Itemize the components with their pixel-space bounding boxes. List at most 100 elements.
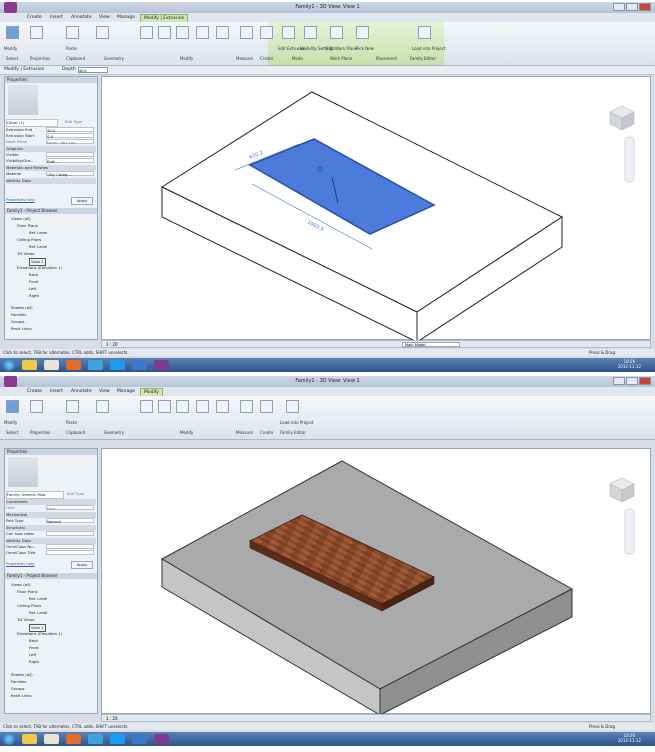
explorer-icon[interactable] — [22, 734, 37, 744]
visibility-settings-icon[interactable] — [304, 26, 317, 39]
word-icon[interactable] — [132, 734, 147, 744]
system-clock[interactable]: 10:26 2012-11-12 — [618, 359, 641, 369]
word-icon[interactable] — [132, 360, 147, 370]
properties-help-link[interactable]: Properties help — [6, 561, 46, 567]
tree-views-all[interactable]: Views (all) — [11, 582, 31, 588]
tree-ceiling-plans[interactable]: Ceiling Plans — [17, 603, 41, 609]
pick-new-icon[interactable] — [356, 26, 369, 39]
tab-manage[interactable]: Manage — [114, 388, 138, 396]
load-into-project-icon[interactable] — [286, 400, 299, 413]
rotate-icon[interactable] — [176, 400, 189, 413]
paste-icon[interactable] — [66, 400, 79, 413]
close-button[interactable] — [639, 377, 651, 385]
measure-icon[interactable] — [240, 400, 253, 413]
array-icon[interactable] — [196, 26, 209, 39]
part-type-field[interactable]: Normal — [46, 518, 94, 524]
align-icon[interactable] — [140, 26, 153, 39]
tree-back[interactable]: Back — [29, 638, 38, 644]
depth-input[interactable] — [78, 67, 108, 73]
tab-modify-extrusion[interactable]: Modify | Extrusion — [140, 14, 189, 22]
tree-right[interactable]: Right — [29, 293, 39, 299]
prop-section-identity[interactable]: Identity Data — [6, 178, 96, 184]
properties-help-link[interactable]: Properties help — [6, 197, 46, 203]
tree-views-all[interactable]: Views (all) — [11, 216, 31, 222]
visible-checkbox[interactable] — [46, 152, 94, 157]
tree-3d-views[interactable]: 3D Views — [17, 617, 35, 623]
properties-icon[interactable] — [30, 400, 43, 413]
tree-floor-plans[interactable]: Floor Plans — [17, 223, 38, 229]
tree-3d-views[interactable]: 3D Views — [17, 251, 35, 257]
create-icon[interactable] — [260, 400, 273, 413]
folder-icon[interactable] — [44, 734, 59, 744]
3d-viewport[interactable] — [101, 448, 651, 715]
press-drag-toggle[interactable]: Press & Drag — [589, 723, 615, 730]
maximize-button[interactable] — [626, 3, 638, 11]
material-field[interactable]: <By Categ... — [46, 171, 94, 177]
system-clock[interactable]: 10:26 2012-11-12 — [618, 733, 641, 743]
media-player-icon[interactable] — [66, 734, 81, 744]
load-into-project-icon[interactable] — [418, 26, 431, 39]
start-button[interactable] — [3, 733, 15, 745]
maximize-button[interactable] — [626, 377, 638, 385]
tree-floor-ref-level[interactable]: Ref. Level — [29, 596, 47, 602]
3d-viewport[interactable]: 610.2 1003.9 — [101, 76, 651, 341]
tree-left[interactable]: Left — [29, 652, 36, 658]
media-player-icon[interactable] — [66, 360, 81, 370]
workset-selector[interactable]: Main Model — [402, 342, 460, 347]
tree-revit-links[interactable]: Revit Links — [11, 326, 32, 332]
tree-groups[interactable]: Groups — [11, 319, 25, 325]
press-drag-toggle[interactable]: Press & Drag — [589, 349, 615, 356]
type-selector[interactable]: Family: Generic Mod — [6, 491, 64, 499]
tree-ceiling-ref-level[interactable]: Ref. Level — [29, 244, 47, 250]
tree-right[interactable]: Right — [29, 659, 39, 665]
tree-left[interactable]: Left — [29, 286, 36, 292]
chrome-icon[interactable] — [88, 360, 103, 370]
tree-groups[interactable]: Groups — [11, 686, 25, 692]
tab-view[interactable]: View — [96, 14, 113, 22]
skype-icon[interactable] — [110, 734, 125, 744]
omniclass-title-field[interactable] — [46, 550, 94, 555]
mirror-icon[interactable] — [216, 400, 229, 413]
measure-icon[interactable] — [240, 26, 253, 39]
view-cube[interactable] — [609, 105, 635, 131]
minimize-button[interactable] — [613, 3, 625, 11]
tab-insert[interactable]: Insert — [47, 14, 66, 22]
tab-insert[interactable]: Insert — [47, 388, 66, 396]
tree-ceiling-ref-level[interactable]: Ref. Level — [29, 610, 47, 616]
create-icon[interactable] — [260, 26, 273, 39]
can-host-rebar-checkbox[interactable] — [46, 531, 94, 536]
align-icon[interactable] — [140, 400, 153, 413]
tree-families[interactable]: Families — [11, 679, 26, 685]
navigation-bar[interactable] — [624, 508, 635, 555]
skype-icon[interactable] — [110, 360, 125, 370]
edit-work-plane-icon[interactable] — [330, 26, 343, 39]
explorer-icon[interactable] — [22, 360, 37, 370]
tree-ceiling-plans[interactable]: Ceiling Plans — [17, 237, 41, 243]
mirror-icon[interactable] — [216, 26, 229, 39]
apply-button[interactable]: Apply — [71, 197, 93, 205]
extrusion-end-field[interactable]: 40.0 — [46, 127, 94, 133]
tab-annotate[interactable]: Annotate — [68, 14, 95, 22]
move-icon[interactable] — [158, 26, 171, 39]
revit-icon[interactable] — [154, 734, 169, 744]
navigation-bar[interactable] — [624, 136, 635, 183]
view-scale[interactable]: 1 : 20 — [106, 716, 118, 721]
tree-revit-links[interactable]: Revit Links — [11, 693, 32, 699]
edit-type-button[interactable]: Edit Type — [67, 491, 93, 497]
tree-front[interactable]: Front — [29, 279, 39, 285]
chrome-icon[interactable] — [88, 734, 103, 744]
tab-annotate[interactable]: Annotate — [68, 388, 95, 396]
apply-button[interactable]: Apply — [71, 561, 93, 569]
extrusion-start-field[interactable]: 0.0 — [46, 133, 94, 139]
view-scale[interactable]: 1 : 20 — [106, 342, 118, 347]
tree-floor-plans[interactable]: Floor Plans — [17, 589, 38, 595]
visibility-edit-button[interactable]: Edit... — [46, 158, 94, 164]
tree-elevations[interactable]: Elevations (Elevation 1) — [17, 265, 62, 271]
tree-sheets[interactable]: Sheets (all) — [11, 305, 33, 311]
tab-view[interactable]: View — [96, 388, 113, 396]
tab-create[interactable]: Create — [24, 14, 45, 22]
tab-manage[interactable]: Manage — [114, 14, 138, 22]
tab-modify[interactable]: Modify — [140, 388, 163, 396]
tree-families[interactable]: Families — [11, 312, 26, 318]
omniclass-number-field[interactable] — [46, 544, 94, 549]
